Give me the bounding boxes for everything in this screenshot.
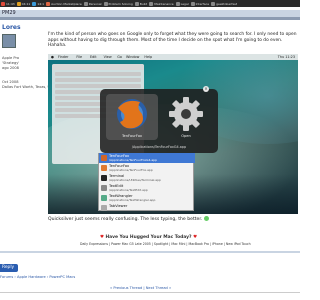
qs-result-path: /Applications/TextWrangler.app xyxy=(109,198,156,202)
bookmark-label: Maintenance xyxy=(154,1,174,6)
bookmark-item[interactable]: geektoberfest xyxy=(211,0,237,7)
bookmark-item[interactable]: Maintenance xyxy=(149,0,174,7)
post-body: I'm the kind of person who goes on Googl… xyxy=(48,32,297,49)
menubar-clock: Thu 11:23 xyxy=(277,55,295,59)
thread-navigation[interactable]: « Previous Thread | Next Thread » xyxy=(110,286,171,290)
close-icon[interactable]: × xyxy=(203,86,209,92)
bookmark-item[interactable]: Auction Marketplace xyxy=(46,0,82,7)
mac-menu-item[interactable]: File xyxy=(76,55,82,59)
mac-menubar: ● Finder File Edit View Go Window Help Thu 11:23 xyxy=(48,54,298,60)
tenfourfox-icon xyxy=(117,99,147,129)
bookmark-icon xyxy=(32,1,37,6)
bookmark-icon xyxy=(46,1,51,6)
bookmark-icon xyxy=(211,1,216,6)
qs-results-list: TenFourFox/Applications/TenFourFoxG4.app… xyxy=(98,153,195,213)
qs-item-app[interactable]: TenFourFox xyxy=(106,94,158,140)
qs-item-action-label: Open xyxy=(181,134,191,138)
bookmark-label: 04:11 xyxy=(21,1,31,6)
bookmark-label: Auction Marketplace xyxy=(51,1,82,6)
qs-result-path: /Applications/TenFourFoxG4.app xyxy=(109,158,157,162)
bookmark-item[interactable]: 04:11 xyxy=(16,0,31,7)
qs-result-title: TabViewer xyxy=(109,204,128,208)
username-link[interactable]: Lores xyxy=(2,24,21,31)
bookmark-label: 14:1 xyxy=(37,1,45,6)
qs-item-action[interactable]: Open xyxy=(160,94,212,140)
mac-menu-item[interactable]: Help xyxy=(144,55,152,59)
embedded-screenshot: ● Finder File Edit View Go Window Help Thu 11:23… xyxy=(48,54,298,214)
qs-result-item[interactable]: TextEdit/Applications/TextEdit.app xyxy=(99,183,195,193)
qs-result-item[interactable]: TenFourFox/Applications/TenFourFox.app xyxy=(99,163,195,173)
mac-menu-item[interactable]: Edit xyxy=(90,55,97,59)
qs-result-path: /Applications/TextEdit.app xyxy=(109,188,148,192)
qs-item-app-label: TenFourFox xyxy=(121,134,143,138)
user-sidebar: Lores Apple Pro 'Strategy' ago 2008 Oct … xyxy=(0,22,55,272)
bookmark-item[interactable]: 11:43 xyxy=(1,0,15,7)
heart-icon: ♥ xyxy=(100,235,104,240)
bookmark-label: Personal xyxy=(88,1,102,6)
post-after-image: Quicksilver just seems really confusing.… xyxy=(48,216,298,222)
browser-bookmark-bar: 11:43 04:11 14:1 Auction Marketplace Persona… xyxy=(0,0,300,7)
forum-page: PM29 Lores Apple Pro 'Strategy' ago 2008… xyxy=(0,7,300,300)
app-icon xyxy=(101,165,107,171)
bookmark-item[interactable]: Legal xyxy=(175,0,189,7)
post-divider xyxy=(0,251,300,253)
bookmark-item[interactable]: 14:1 xyxy=(32,0,44,7)
bookmark-item[interactable]: Interface xyxy=(190,0,210,7)
signature-title-text: Have You Hugged Your Mac Today? xyxy=(105,235,192,240)
user-join-date: Oct 2008 xyxy=(2,80,19,84)
app-icon xyxy=(101,155,107,161)
bookmark-label: Interface xyxy=(195,1,210,6)
app-icon xyxy=(101,205,107,211)
qs-result-item[interactable]: Terminal/Applications/Utilities/Terminal… xyxy=(99,173,195,183)
bookmark-icon xyxy=(83,1,88,6)
bookmark-icon xyxy=(134,1,139,6)
bookmark-label: 11:43 xyxy=(6,1,15,6)
bookmark-icon xyxy=(149,1,154,6)
quicksilver-panel: TenFourFox Open /Applications/TenFourFox… xyxy=(100,89,218,153)
user-title: Apple Pro xyxy=(2,56,20,60)
signature-title: ♥ Have You Hugged Your Mac Today? ♥ xyxy=(100,235,300,240)
qs-result-path: /Applications/Utilities/Terminal.app xyxy=(109,178,161,182)
apple-menu-icon[interactable]: ● xyxy=(51,55,54,59)
mac-menu-item[interactable]: View xyxy=(104,55,112,59)
bookmark-item[interactable]: Problem Solving xyxy=(103,0,133,7)
user-subtitle: 'Strategy' xyxy=(2,61,20,65)
footer-divider xyxy=(0,292,300,293)
qs-result-item[interactable]: TenFourFox/Applications/TenFourFoxG4.app xyxy=(99,153,195,163)
mac-menu-item[interactable]: Go xyxy=(117,55,122,59)
qs-result-item[interactable]: TextWrangler/Applications/TextWrangler.a… xyxy=(99,193,195,203)
bookmark-label: Build xyxy=(139,1,148,6)
user-joined: ago 2008 xyxy=(2,66,19,70)
mac-menu-item[interactable]: Finder xyxy=(58,55,68,59)
qs-path: /Applications/TenFourFoxG4.app xyxy=(131,145,187,149)
qs-result-path: /Applications/TenFourFox.app xyxy=(109,168,153,172)
gear-icon xyxy=(169,97,203,131)
bookmark-icon xyxy=(103,1,108,6)
qs-result-item[interactable]: TabViewer xyxy=(99,203,195,213)
app-icon xyxy=(101,185,107,191)
smiley-icon xyxy=(203,216,209,221)
bookmark-item[interactable]: Personal xyxy=(83,0,102,7)
app-icon xyxy=(101,195,107,201)
bookmark-icon xyxy=(16,1,21,6)
signature-links[interactable]: Daily Expressions | Power Mac G5 Late 20… xyxy=(80,242,300,246)
post-header: PM29 xyxy=(0,10,300,20)
bookmark-label: Legal xyxy=(180,1,189,6)
post-time: PM29 xyxy=(2,10,16,16)
post-after-text: Quicksilver just seems really confusing.… xyxy=(48,217,203,222)
bookmark-item[interactable]: Build xyxy=(134,0,148,7)
mac-menu-item[interactable]: Window xyxy=(126,55,139,59)
bookmark-label: geektoberfest xyxy=(216,1,238,6)
bookmark-icon xyxy=(1,1,5,6)
heart-icon: ♥ xyxy=(193,235,198,240)
avatar xyxy=(2,34,16,48)
reply-button[interactable]: Reply xyxy=(0,264,18,272)
bookmark-icon xyxy=(175,1,180,6)
breadcrumb[interactable]: Forums › Apple Hardware › PowerPC Macs xyxy=(0,275,75,279)
bookmark-icon xyxy=(190,1,195,6)
bookmark-label: Problem Solving xyxy=(108,1,133,6)
app-icon xyxy=(101,175,107,181)
